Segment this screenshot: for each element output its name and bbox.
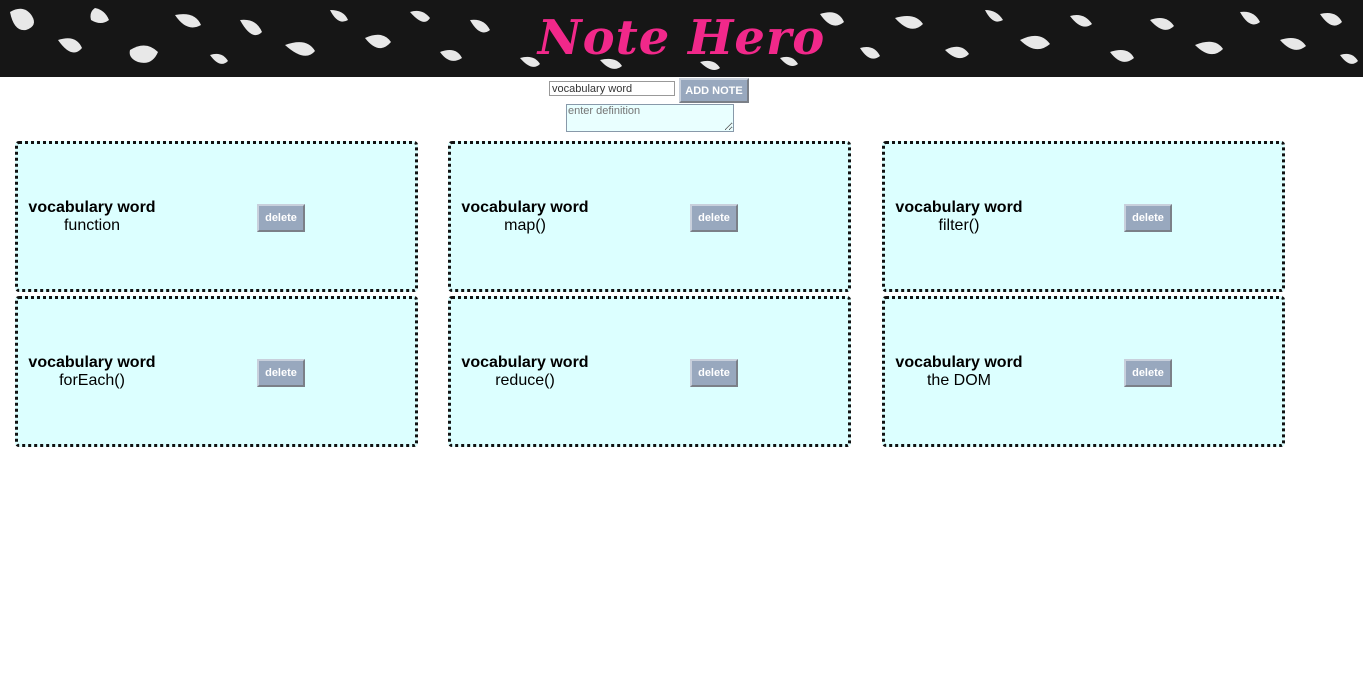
delete-button[interactable]: delete [690, 359, 738, 387]
note-text: vocabulary word forEach() [27, 354, 157, 390]
note-card: vocabulary word the DOM delete [882, 296, 1285, 447]
note-text: vocabulary word filter() [894, 199, 1024, 235]
note-card: vocabulary word function delete [15, 141, 418, 292]
note-text: vocabulary word reduce() [460, 354, 590, 390]
note-card: vocabulary word reduce() delete [448, 296, 851, 447]
note-word: vocabulary word [28, 354, 156, 371]
note-definition: function [63, 217, 121, 234]
note-text: vocabulary word function [27, 199, 157, 235]
delete-button[interactable]: delete [690, 204, 738, 232]
delete-button[interactable]: delete [257, 359, 305, 387]
note-word: vocabulary word [28, 199, 156, 216]
note-card: vocabulary word forEach() delete [15, 296, 418, 447]
note-word: vocabulary word [895, 354, 1023, 371]
note-word: vocabulary word [461, 199, 589, 216]
note-text: vocabulary word the DOM [894, 354, 1024, 390]
note-definition: the DOM [926, 372, 991, 389]
note-text: vocabulary word map() [460, 199, 590, 235]
page-title: Note Hero [537, 10, 826, 66]
delete-button[interactable]: delete [1124, 204, 1172, 232]
add-note-button[interactable]: ADD NOTE [679, 78, 749, 103]
note-card: vocabulary word filter() delete [882, 141, 1285, 292]
note-definition: reduce() [495, 372, 555, 389]
note-word: vocabulary word [461, 354, 589, 371]
delete-button[interactable]: delete [257, 204, 305, 232]
note-definition: forEach() [59, 372, 125, 389]
vocabulary-word-input[interactable] [549, 81, 675, 96]
header-banner: Note Hero [0, 0, 1363, 77]
delete-button[interactable]: delete [1124, 359, 1172, 387]
definition-input[interactable] [566, 104, 734, 132]
note-definition: filter() [938, 217, 980, 234]
note-card: vocabulary word map() delete [448, 141, 851, 292]
note-word: vocabulary word [895, 199, 1023, 216]
note-definition: map() [504, 217, 546, 234]
